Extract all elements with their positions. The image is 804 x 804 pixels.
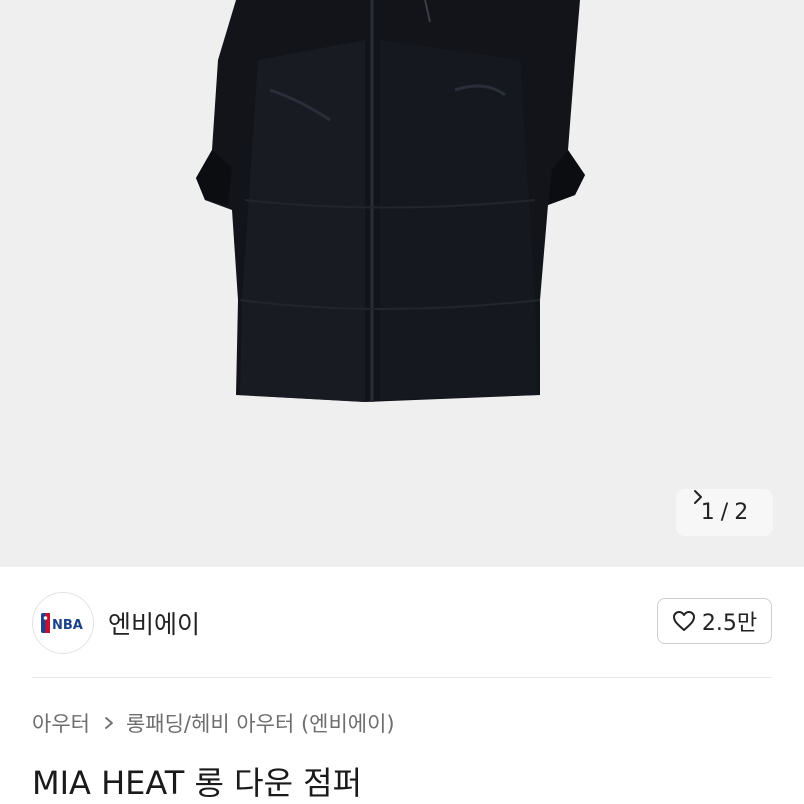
breadcrumb: 아우터 롱패딩/헤비 아우터 (엔비에이)	[32, 708, 395, 738]
heart-icon	[672, 611, 695, 631]
brand-logo[interactable]: NBA	[32, 592, 94, 654]
nba-logo-text: NBA	[52, 618, 83, 633]
product-image	[196, 0, 585, 402]
like-count: 2.5만	[701, 611, 758, 636]
product-title: MIA HEAT 롱 다운 점퍼	[32, 764, 363, 802]
breadcrumb-category[interactable]: 아우터	[32, 708, 90, 738]
pager-separator: /	[720, 500, 729, 525]
brand-row: NBA 엔비에이 2.5만	[0, 567, 804, 677]
chevron-right-icon	[105, 717, 113, 729]
breadcrumb-subcategory[interactable]: 롱패딩/헤비 아우터 (엔비에이)	[126, 708, 395, 738]
image-pager[interactable]: 1 / 2	[676, 489, 773, 536]
nba-logo-icon: NBA	[41, 613, 83, 633]
pager-total: 2	[734, 500, 749, 525]
brand-name[interactable]: 엔비에이	[108, 605, 200, 641]
product-image-gallery[interactable]: 1 / 2	[0, 0, 804, 567]
chevron-right-icon	[694, 490, 702, 504]
like-button[interactable]: 2.5만	[657, 598, 772, 644]
divider	[32, 677, 772, 678]
